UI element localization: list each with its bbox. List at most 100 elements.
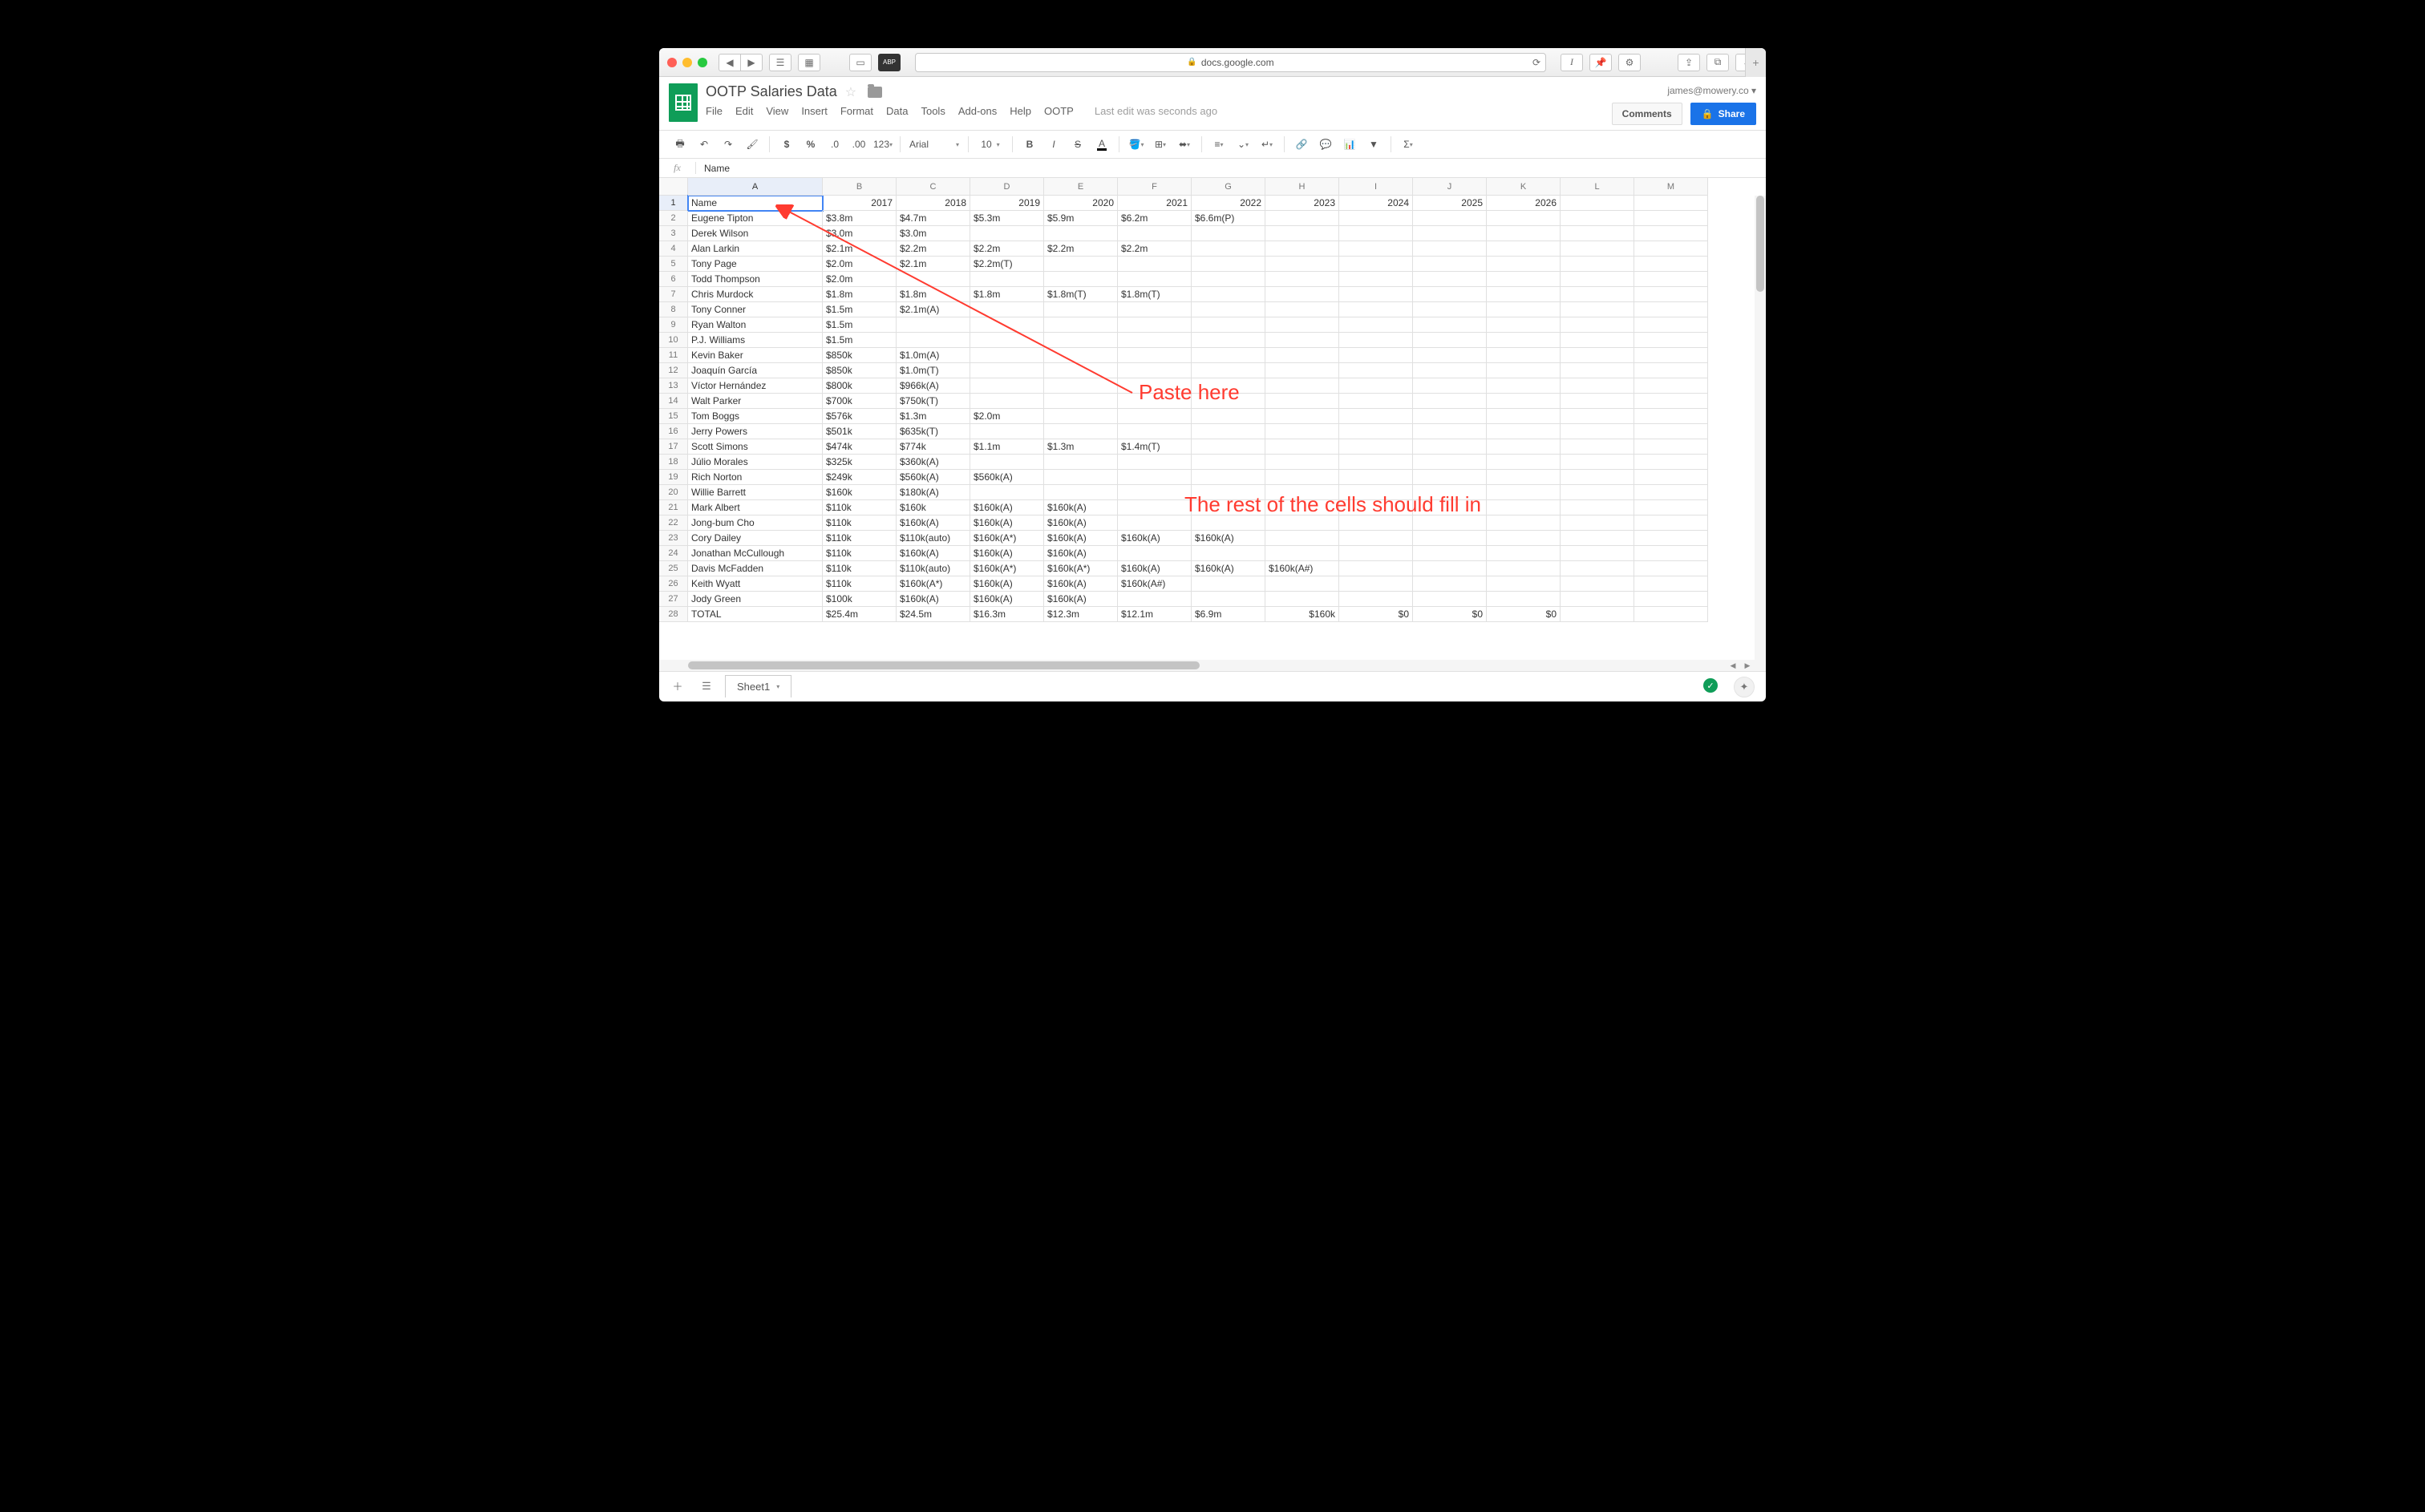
- cell[interactable]: [1561, 500, 1634, 515]
- row-header[interactable]: 25: [659, 561, 688, 576]
- cell[interactable]: [1561, 317, 1634, 333]
- row-header[interactable]: 1: [659, 196, 688, 211]
- cell[interactable]: [1561, 546, 1634, 561]
- cell[interactable]: [1265, 226, 1339, 241]
- scroll-left-icon[interactable]: ◀: [1726, 661, 1740, 670]
- cell[interactable]: Cory Dailey: [688, 531, 823, 546]
- cell[interactable]: [1118, 546, 1192, 561]
- cell[interactable]: [1339, 211, 1413, 226]
- cell[interactable]: [1192, 592, 1265, 607]
- cell[interactable]: [1561, 226, 1634, 241]
- cell[interactable]: [1192, 576, 1265, 592]
- cell[interactable]: [1634, 439, 1708, 455]
- cell[interactable]: [1634, 272, 1708, 287]
- cell[interactable]: [1561, 561, 1634, 576]
- cell[interactable]: [1192, 546, 1265, 561]
- cell[interactable]: [1339, 378, 1413, 394]
- cell[interactable]: $6.2m: [1118, 211, 1192, 226]
- cell[interactable]: $160k(A*): [897, 576, 970, 592]
- cell[interactable]: [1265, 592, 1339, 607]
- cell[interactable]: 2026: [1487, 196, 1561, 211]
- cell[interactable]: P.J. Williams: [688, 333, 823, 348]
- cell[interactable]: [1339, 470, 1413, 485]
- cell[interactable]: [1487, 439, 1561, 455]
- cell[interactable]: [1413, 424, 1487, 439]
- cell[interactable]: [1413, 439, 1487, 455]
- cell[interactable]: [1413, 241, 1487, 257]
- cell[interactable]: [1118, 272, 1192, 287]
- cell[interactable]: [1192, 257, 1265, 272]
- cell[interactable]: [1561, 287, 1634, 302]
- cell[interactable]: [1265, 485, 1339, 500]
- row-header[interactable]: 15: [659, 409, 688, 424]
- cell[interactable]: [1561, 515, 1634, 531]
- cell[interactable]: [1339, 424, 1413, 439]
- cell[interactable]: [1339, 257, 1413, 272]
- cell[interactable]: $160k: [823, 485, 897, 500]
- cell[interactable]: [1339, 439, 1413, 455]
- cell[interactable]: [1487, 272, 1561, 287]
- cell[interactable]: [1413, 378, 1487, 394]
- cell[interactable]: Name: [688, 196, 823, 211]
- cell[interactable]: [1634, 592, 1708, 607]
- select-all-corner[interactable]: [659, 178, 688, 196]
- redo-icon[interactable]: ↷: [717, 134, 739, 155]
- cell[interactable]: [1561, 378, 1634, 394]
- cell[interactable]: [1487, 226, 1561, 241]
- cell[interactable]: $2.1m(A): [897, 302, 970, 317]
- vert-align-button[interactable]: ⌄ ▾: [1232, 134, 1254, 155]
- cell[interactable]: [1339, 287, 1413, 302]
- cell[interactable]: Derek Wilson: [688, 226, 823, 241]
- cell[interactable]: $6.6m(P): [1192, 211, 1265, 226]
- cell[interactable]: $160k(A): [970, 515, 1044, 531]
- menu-help[interactable]: Help: [1010, 105, 1031, 117]
- cell[interactable]: [1413, 394, 1487, 409]
- cell[interactable]: [1192, 287, 1265, 302]
- cell[interactable]: [1634, 531, 1708, 546]
- cell[interactable]: [1561, 485, 1634, 500]
- cell[interactable]: [1339, 333, 1413, 348]
- cell[interactable]: [1487, 348, 1561, 363]
- cell[interactable]: Joaquín García: [688, 363, 823, 378]
- cell[interactable]: [1634, 348, 1708, 363]
- cell[interactable]: [970, 424, 1044, 439]
- cell[interactable]: $160k(A): [1044, 500, 1118, 515]
- cell[interactable]: $160k(A): [970, 576, 1044, 592]
- cell[interactable]: $360k(A): [897, 455, 970, 470]
- cell[interactable]: [1413, 531, 1487, 546]
- cell[interactable]: $1.8m: [970, 287, 1044, 302]
- cell[interactable]: [1634, 363, 1708, 378]
- cell[interactable]: [1339, 348, 1413, 363]
- cell[interactable]: [1265, 394, 1339, 409]
- cell[interactable]: $1.8m: [897, 287, 970, 302]
- decrease-decimal-button[interactable]: .0: [824, 134, 846, 155]
- cell[interactable]: [897, 317, 970, 333]
- cell[interactable]: [1413, 302, 1487, 317]
- cell[interactable]: $160k(A): [970, 500, 1044, 515]
- cell[interactable]: [1265, 576, 1339, 592]
- cell[interactable]: $160k(A*): [1044, 561, 1118, 576]
- cell[interactable]: [1487, 485, 1561, 500]
- cell[interactable]: [1192, 515, 1265, 531]
- cell[interactable]: [1192, 333, 1265, 348]
- cell[interactable]: [1192, 317, 1265, 333]
- cell[interactable]: $560k(A): [970, 470, 1044, 485]
- cell[interactable]: $160k: [1265, 607, 1339, 622]
- more-formats-button[interactable]: 123 ▾: [872, 134, 894, 155]
- row-header[interactable]: 22: [659, 515, 688, 531]
- cell[interactable]: $2.2m: [1044, 241, 1118, 257]
- cell[interactable]: $1.5m: [823, 333, 897, 348]
- cell[interactable]: Ryan Walton: [688, 317, 823, 333]
- cell[interactable]: [1339, 561, 1413, 576]
- cell[interactable]: [1265, 531, 1339, 546]
- cell[interactable]: $110k: [823, 515, 897, 531]
- cell[interactable]: $0: [1413, 607, 1487, 622]
- cell[interactable]: [1118, 409, 1192, 424]
- cell[interactable]: $160k(A*): [970, 531, 1044, 546]
- cell[interactable]: $160k(A*): [970, 561, 1044, 576]
- cell[interactable]: $0: [1487, 607, 1561, 622]
- cell[interactable]: $160k(A): [1118, 531, 1192, 546]
- cell[interactable]: [1118, 424, 1192, 439]
- cell[interactable]: $110k: [823, 576, 897, 592]
- cell[interactable]: $1.8m(T): [1044, 287, 1118, 302]
